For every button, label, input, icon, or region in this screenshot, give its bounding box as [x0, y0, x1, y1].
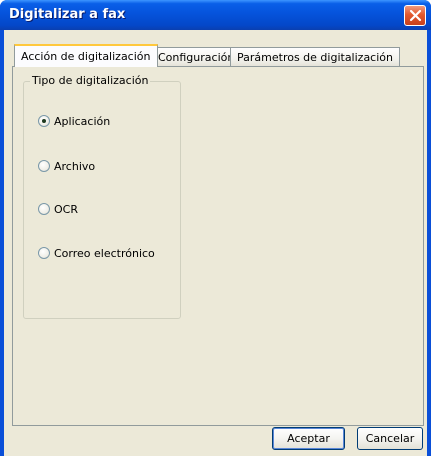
accept-button[interactable]: Aceptar [272, 427, 345, 450]
close-button[interactable] [404, 5, 426, 26]
tab-panel: Tipo de digitalización Aplicación Archiv… [12, 66, 424, 426]
radio-button[interactable] [38, 160, 50, 172]
radio-button[interactable] [38, 115, 50, 127]
scan-type-group: Tipo de digitalización Aplicación Archiv… [23, 74, 181, 319]
close-icon [409, 9, 422, 22]
scan-type-group-label: Tipo de digitalización [30, 74, 151, 87]
tab-scan-action[interactable]: Acción de digitalización [14, 44, 158, 67]
radio-label: OCR [54, 203, 78, 216]
radio-label: Archivo [54, 160, 96, 173]
radio-button[interactable] [38, 247, 50, 259]
tab-scan-parameters[interactable]: Parámetros de digitalización [230, 47, 400, 66]
radio-button[interactable] [38, 203, 50, 215]
title-bar[interactable]: Digitalizar a fax [0, 0, 431, 30]
tab-label: Acción de digitalización [21, 50, 151, 63]
radio-label: Aplicación [54, 115, 111, 128]
tab-label: Parámetros de digitalización [237, 51, 393, 64]
tab-strip: Acción de digitalización Configuración P… [14, 44, 400, 67]
cancel-button[interactable]: Cancelar [357, 427, 423, 450]
tab-label: Configuración [158, 51, 235, 64]
radio-selected-dot [42, 119, 46, 123]
radio-label: Correo electrónico [54, 247, 155, 260]
dialog-client-area: Acción de digitalización Configuración P… [4, 30, 427, 456]
window-title: Digitalizar a fax [9, 7, 126, 22]
tab-configuration[interactable]: Configuración [151, 47, 242, 66]
dialog-window: Digitalizar a fax Acción de digitalizaci… [0, 0, 431, 456]
